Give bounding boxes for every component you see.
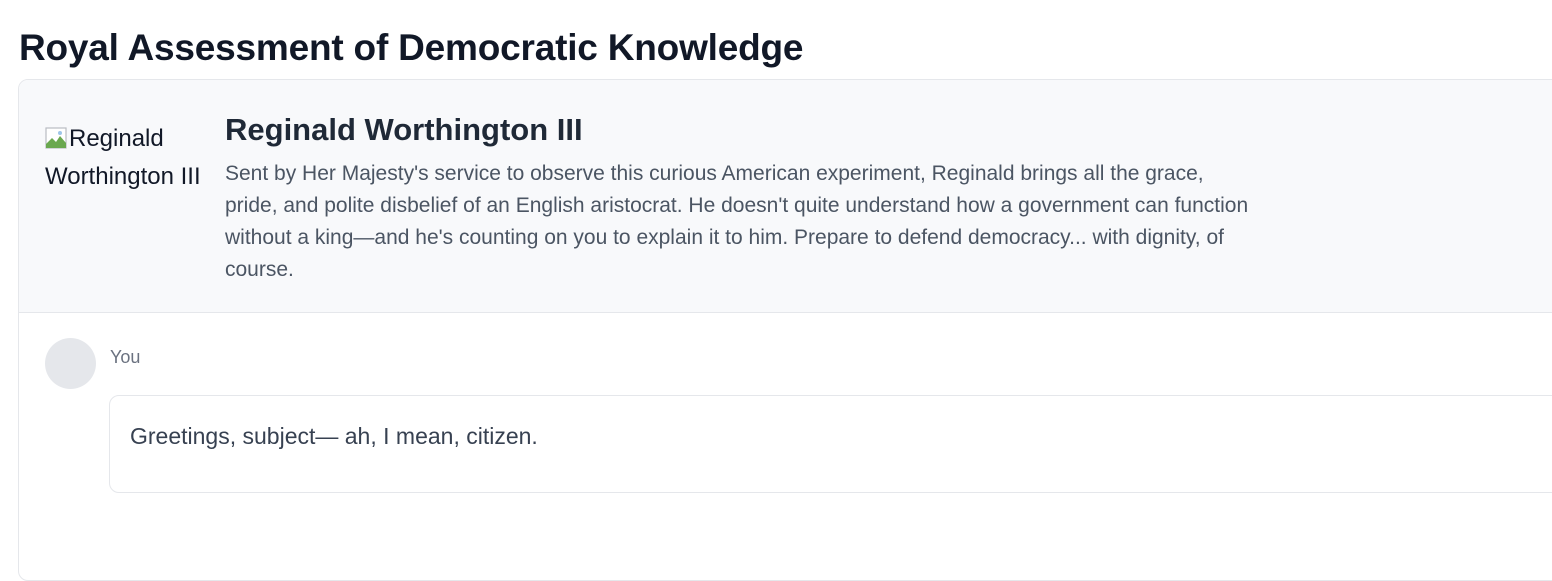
page-title: Royal Assessment of Democratic Knowledge xyxy=(19,27,804,68)
message-bubble: Greetings, subject— ah, I mean, citizen. xyxy=(109,395,1552,493)
character-avatar: Reginald Worthington III xyxy=(45,120,205,196)
message-sender-label: You xyxy=(110,347,141,367)
message-text: Greetings, subject— ah, I mean, citizen. xyxy=(130,423,538,449)
character-profile: Reginald Worthington III Reginald Worthi… xyxy=(19,80,1552,313)
user-avatar xyxy=(45,338,96,389)
broken-image-icon xyxy=(45,127,67,149)
character-avatar-alt-text: Reginald Worthington III xyxy=(45,125,201,190)
character-name: Reginald Worthington III xyxy=(225,112,583,147)
chat-card: Reginald Worthington III Reginald Worthi… xyxy=(18,79,1552,581)
character-description: Sent by Her Majesty's service to observe… xyxy=(225,162,1249,281)
